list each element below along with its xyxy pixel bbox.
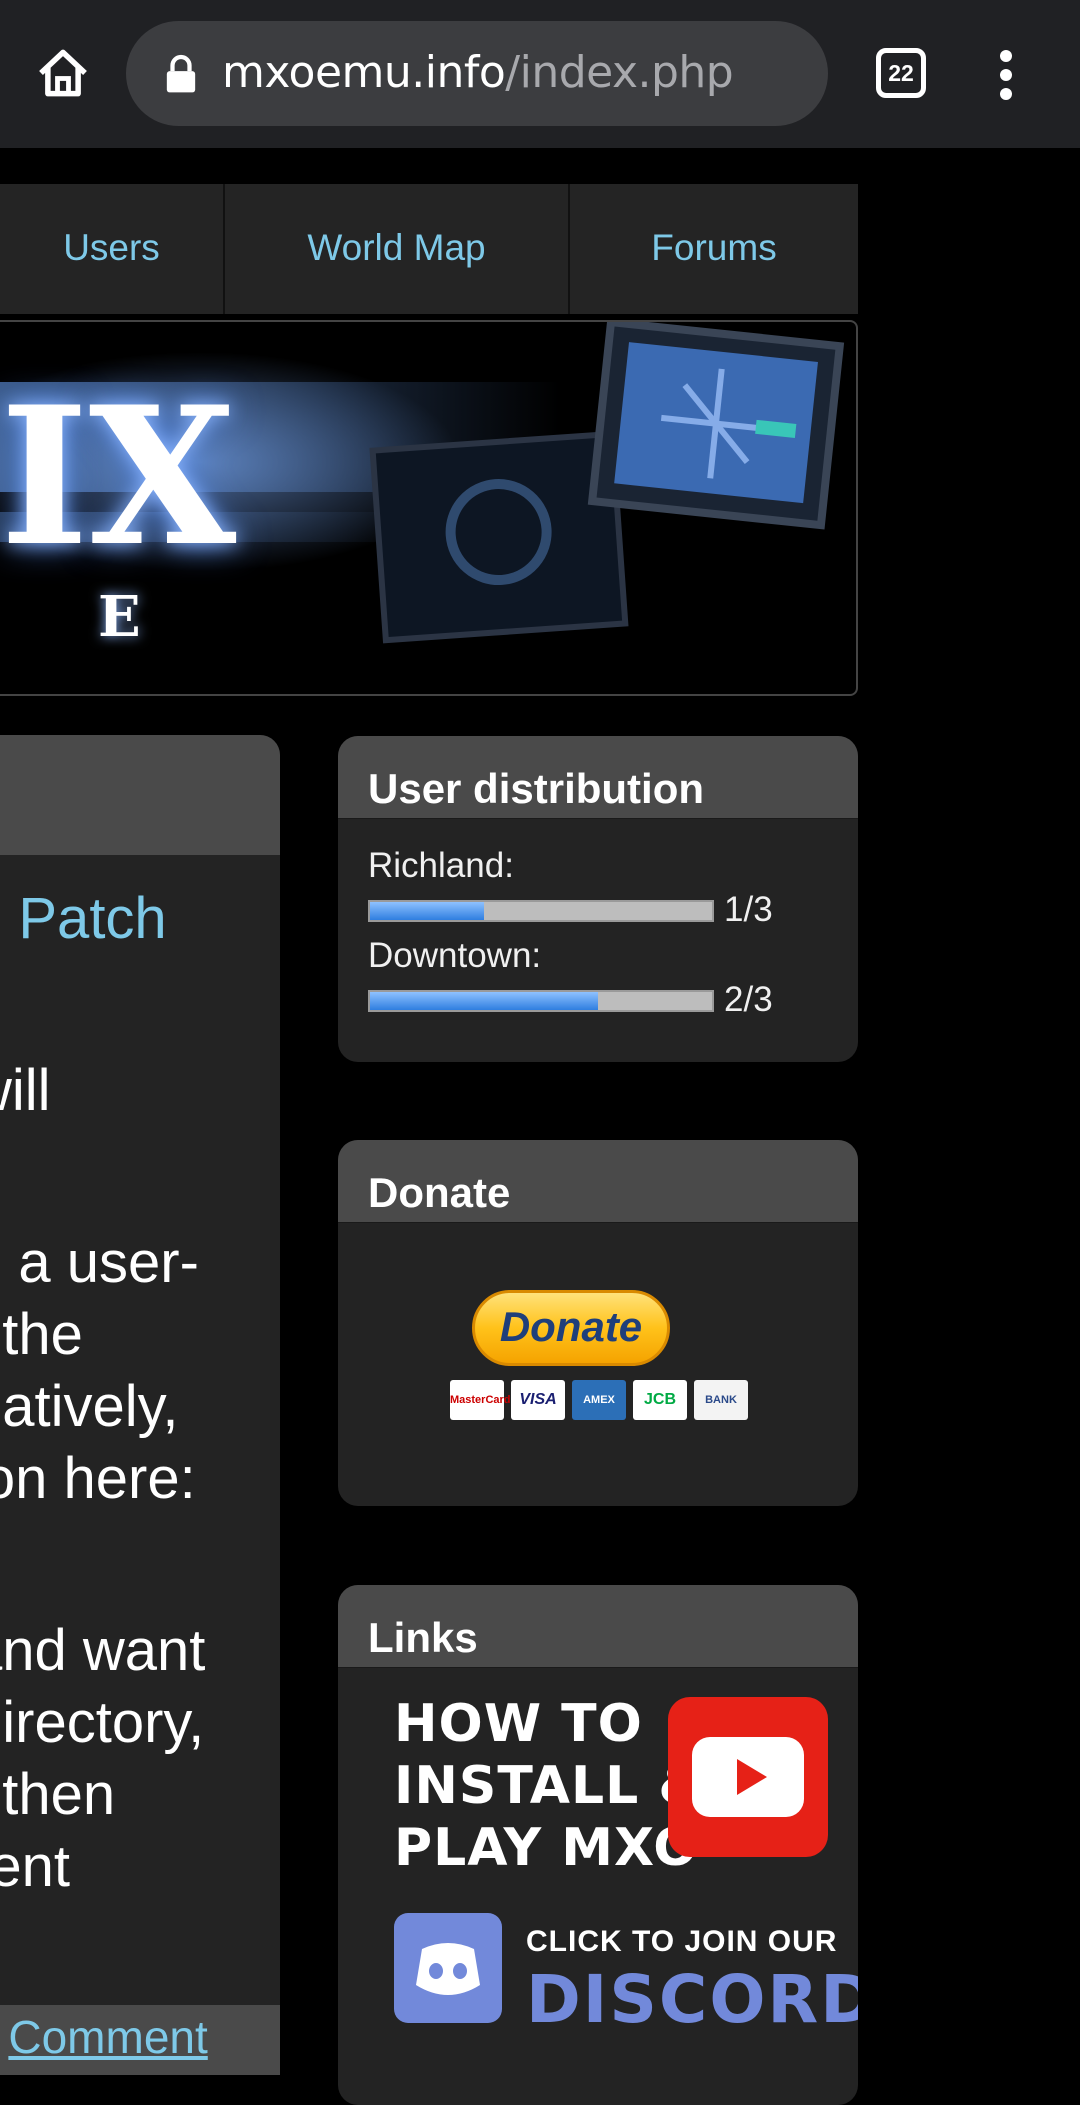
article-line: , then	[0, 1762, 116, 1827]
mastercard-icon: MasterCard	[450, 1380, 511, 1420]
jcb-icon: JCB	[633, 1380, 687, 1420]
district-count: 2/3	[724, 980, 773, 1019]
links-panel: Links HOW TO INSTALL & PLAY MXO CLICK TO…	[338, 1585, 858, 2105]
article-line: o a user-	[0, 1230, 199, 1295]
discord-icon	[394, 1913, 502, 2023]
banner-subtitle: E	[98, 584, 141, 650]
youtube-text-line: HOW TO	[394, 1694, 643, 1754]
youtube-text-line: PLAY MXO	[394, 1818, 699, 1878]
youtube-icon	[668, 1697, 828, 1857]
nav-forums-link[interactable]: Forums	[570, 184, 858, 314]
district-count: 1/3	[724, 890, 773, 929]
article-heading: e Patch	[0, 883, 167, 955]
article-line: directory,	[0, 1690, 205, 1755]
user-distribution-panel: User distribution Richland: 1/3 Downtown…	[338, 736, 858, 1062]
comment-link[interactable]: Comment	[8, 2011, 207, 2063]
visa-icon: VISA	[511, 1380, 565, 1420]
youtube-link-text: HOW TO INSTALL & PLAY MXO	[394, 1693, 705, 1879]
address-bar[interactable]: mxoemu.info/index.php	[126, 21, 828, 126]
nav-world-map-link[interactable]: World Map	[225, 184, 570, 314]
article-line: rent	[0, 1834, 70, 1899]
article-heading-prefix: e	[0, 886, 18, 951]
site-nav: Users World Map Forums	[0, 184, 858, 314]
panel-title: User distribution	[368, 765, 705, 812]
panel-header: Donate	[338, 1140, 858, 1223]
article-line: ion here:	[0, 1446, 196, 1511]
article-header	[0, 735, 280, 855]
panel-title: Donate	[368, 1169, 511, 1216]
discord-link-title: DISCORD	[526, 1961, 858, 2038]
banner-logo-text: IX	[0, 365, 237, 588]
distribution-bar-fill	[370, 992, 599, 1010]
url-path: /index.php	[505, 47, 734, 98]
browser-toolbar: mxoemu.info/index.php 22	[0, 0, 1080, 148]
article-line: will	[0, 1058, 51, 1123]
bank-icon: BANK	[694, 1380, 748, 1420]
lock-icon	[164, 54, 198, 94]
site-banner: IX E	[0, 320, 858, 696]
paypal-donate-button[interactable]: Donate	[472, 1290, 670, 1366]
panel-header: User distribution	[338, 736, 858, 819]
youtube-text-line: INSTALL &	[394, 1756, 705, 1816]
more-menu-icon[interactable]	[996, 50, 1016, 100]
article-line: f the	[0, 1302, 83, 1367]
discord-link-caption: CLICK TO JOIN OUR	[526, 1925, 838, 1958]
amex-icon: AMEX	[572, 1380, 626, 1420]
news-article-panel: e Patch will o a user- f the natively, i…	[0, 735, 280, 2075]
article-footer-text: 4 Comment	[0, 2010, 207, 2064]
donate-panel: Donate Donate MasterCard VISA AMEX JCB BANK	[338, 1140, 858, 1506]
patch-link[interactable]: Patch	[18, 886, 166, 951]
article-line: natively,	[0, 1374, 179, 1439]
home-icon[interactable]	[30, 40, 96, 106]
payment-cards: MasterCard VISA AMEX JCB BANK	[450, 1380, 755, 1424]
nav-users-link[interactable]: Users	[0, 184, 225, 314]
panel-title: Links	[368, 1614, 478, 1661]
distribution-bar-fill	[370, 902, 484, 920]
article-line: and want	[0, 1618, 206, 1683]
distribution-bar	[368, 900, 714, 922]
district-label: Downtown:	[368, 936, 542, 975]
tab-switcher-icon[interactable]: 22	[876, 48, 926, 98]
url-host: mxoemu.info	[222, 47, 506, 98]
url-text: mxoemu.info/index.php	[222, 47, 734, 99]
district-label: Richland:	[368, 846, 514, 885]
distribution-bar	[368, 990, 714, 1012]
panel-header: Links	[338, 1585, 858, 1668]
